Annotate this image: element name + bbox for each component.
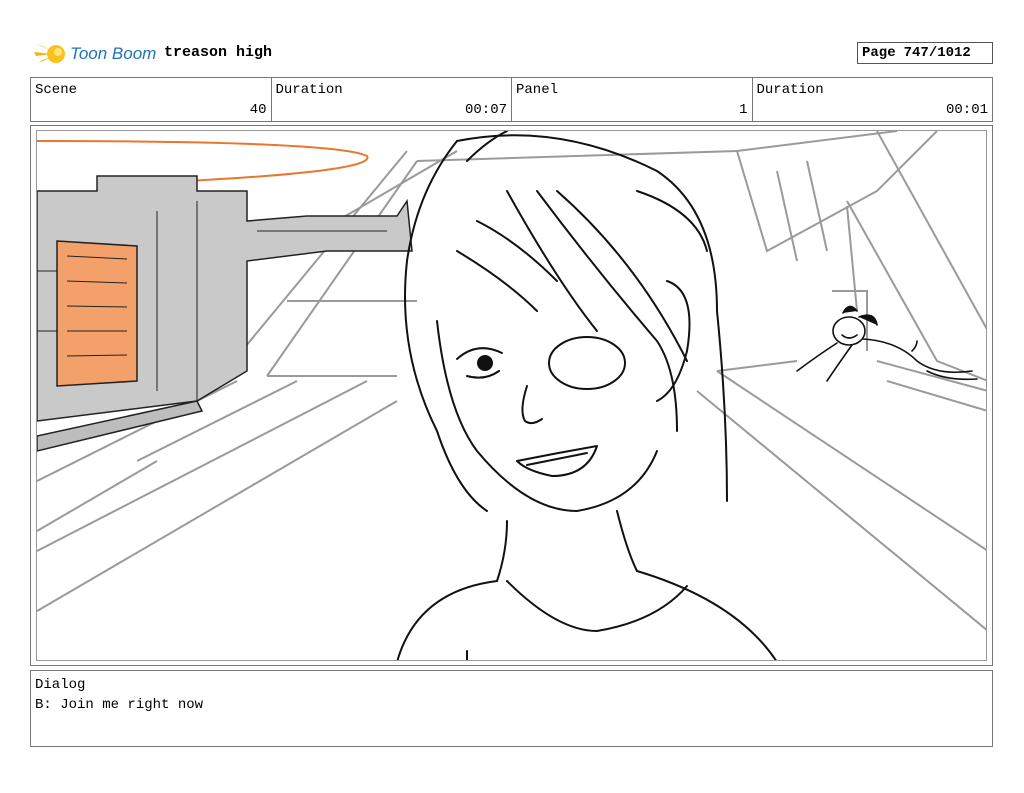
panel-drawing-area [36,130,987,661]
scene-duration-cell: Duration 00:07 [272,78,512,121]
scene-cell: Scene 40 [31,78,272,121]
scene-value: 40 [249,102,267,118]
turret-machine [37,175,413,452]
star-burst-icon [34,44,65,63]
panel-info-row: Scene 40 Duration 00:07 Panel 1 Duration… [30,77,993,122]
dialog-text: B: Join me right now [35,697,204,713]
scene-duration-value: 00:07 [464,102,507,118]
page-label: Page [862,45,896,61]
orbit-line [37,140,369,182]
main-character [396,131,777,660]
page-indicator: Page 747/1012 [857,42,993,64]
toon-boom-logo: Toon Boom [32,38,158,70]
panel-duration-value: 00:01 [945,102,988,118]
panel-sketch [37,131,986,660]
dialog-box: Dialog B: Join me right now [30,670,993,747]
project-title: treason high [164,44,273,61]
dialog-label: Dialog [35,677,86,693]
panel-duration-label: Duration [756,82,824,98]
page-number: 747/1012 [903,45,971,61]
panel-duration-cell: Duration 00:01 [753,78,993,121]
scene-duration-label: Duration [275,82,343,98]
floating-creature [796,305,978,382]
storyboard-header: Toon Boom treason high Page 747/1012 [30,36,993,70]
storyboard-panel [30,125,993,666]
panel-value: 1 [739,102,748,118]
panel-label: Panel [516,82,559,98]
panel-cell: Panel 1 [512,78,753,121]
scene-label: Scene [35,82,78,98]
logo-text: Toon Boom [70,44,157,63]
